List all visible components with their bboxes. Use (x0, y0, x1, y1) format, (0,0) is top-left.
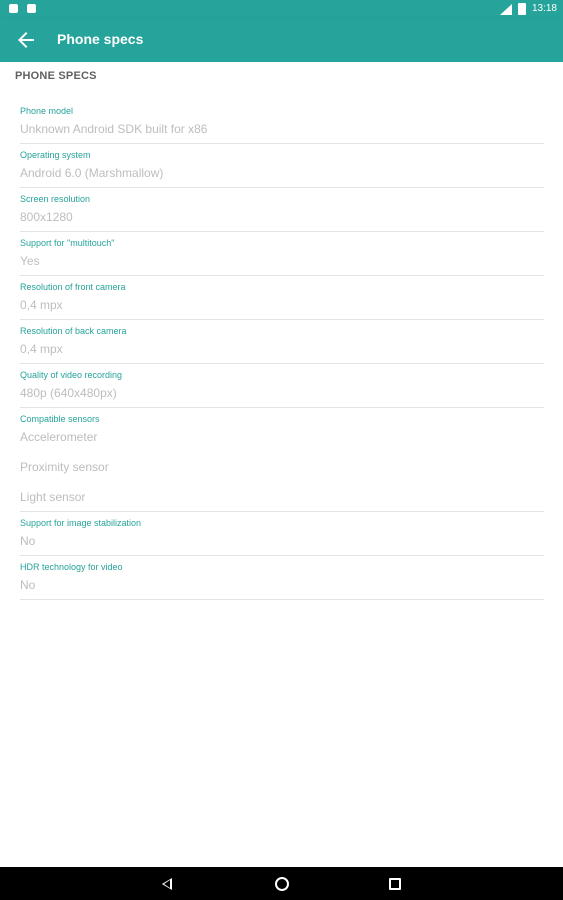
spec-value: 0,4 mpx (20, 298, 63, 312)
content[interactable]: PHONE SPECS Phone model Unknown Android … (0, 62, 563, 867)
spec-value: No (20, 578, 36, 592)
spec-value: 480p (640x480px) (20, 386, 117, 400)
spec-label: Phone model (20, 106, 74, 116)
status-bar: 13:18 (0, 0, 563, 18)
navigation-bar (0, 867, 563, 900)
status-time: 13:18 (531, 3, 557, 14)
spec-value: Accelerometer (20, 430, 98, 444)
spec-value: Proximity sensor (20, 460, 109, 474)
spec-label: Quality of video recording (20, 370, 123, 380)
arrow-back-icon[interactable] (14, 28, 38, 52)
signal-icon (499, 3, 512, 15)
spec-item: Operating system Android 6.0 (Marshmallo… (20, 144, 544, 188)
spec-item: Quality of video recording 480p (640x480… (20, 364, 544, 408)
screen: 13:18 Phone specs PHONE SPECS Phone mode… (0, 0, 563, 900)
home-circle-icon[interactable] (275, 877, 289, 891)
spec-value: 800x1280 (20, 210, 73, 224)
spec-item: Support for image stabilization No (20, 512, 544, 556)
status-notifications (9, 4, 36, 13)
spec-item: Resolution of front camera 0,4 mpx (20, 276, 544, 320)
spec-item: Compatible sensors Accelerometer Proximi… (20, 408, 544, 512)
recents-square-icon[interactable] (389, 878, 401, 890)
spec-label: Support for "multitouch" (20, 238, 115, 248)
spec-label: Resolution of front camera (20, 282, 126, 292)
spec-item: Phone model Unknown Android SDK built fo… (20, 100, 544, 144)
section-header: PHONE SPECS (15, 70, 97, 82)
spec-value: Android 6.0 (Marshmallow) (20, 166, 164, 180)
spec-item: HDR technology for video No (20, 556, 544, 600)
notification-icon (27, 4, 36, 13)
battery-icon (517, 3, 526, 15)
spec-value: Unknown Android SDK built for x86 (20, 122, 208, 136)
notification-icon (9, 4, 18, 13)
spec-label: Screen resolution (20, 194, 91, 204)
app-bar: Phone specs (0, 18, 563, 62)
spec-value: Light sensor (20, 490, 86, 504)
spec-label: Compatible sensors (20, 414, 100, 424)
spec-label: Operating system (20, 150, 91, 160)
spec-list: Phone model Unknown Android SDK built fo… (20, 100, 544, 600)
spec-value: 0,4 mpx (20, 342, 63, 356)
page-title: Phone specs (57, 31, 144, 47)
spec-value: No (20, 534, 36, 548)
spec-item: Resolution of back camera 0,4 mpx (20, 320, 544, 364)
spec-label: Support for image stabilization (20, 518, 142, 528)
spec-label: Resolution of back camera (20, 326, 127, 336)
status-system: 13:18 (499, 2, 557, 16)
spec-value: Yes (20, 254, 40, 268)
spec-item: Support for "multitouch" Yes (20, 232, 544, 276)
spec-item: Screen resolution 800x1280 (20, 188, 544, 232)
spec-label: HDR technology for video (20, 562, 123, 572)
back-triangle-icon[interactable] (162, 878, 172, 890)
